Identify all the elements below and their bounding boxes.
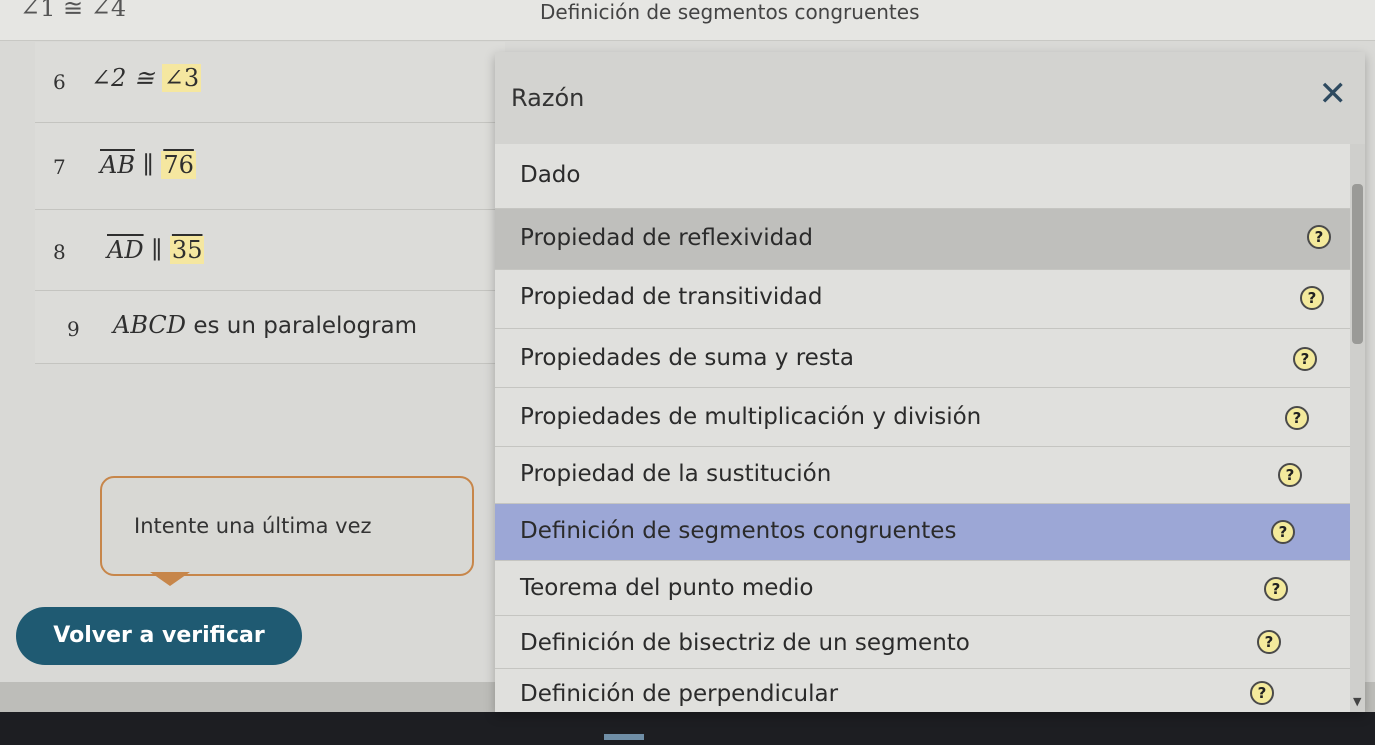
help-icon[interactable]: ? — [1300, 286, 1324, 310]
proof-row-8[interactable]: 8 AD ∥ 35 — [35, 210, 505, 291]
proof-row-9[interactable]: 9 ABCD es un paralelogram — [35, 291, 505, 364]
scroll-down-icon[interactable]: ▼ — [1353, 695, 1361, 708]
option-label: Definición de segmentos congruentes — [520, 518, 957, 544]
option-label: Dado — [520, 162, 581, 188]
highlighted-term[interactable]: ∠3 — [161, 64, 202, 92]
close-icon[interactable]: ✕ — [1319, 74, 1348, 114]
scrollbar-thumb[interactable] — [1352, 184, 1363, 344]
row-number: 8 — [53, 240, 66, 264]
row-number: 7 — [53, 155, 66, 179]
highlighted-term[interactable]: 76 — [161, 151, 196, 179]
option-label: Propiedad de transitividad — [520, 284, 823, 310]
option-label: Propiedad de la sustitución — [520, 461, 832, 487]
statement-part-a: ∠2 ≅ — [91, 64, 162, 92]
feedback-message: Intente una última vez — [134, 514, 372, 538]
row-statement: AD ∥ 35 — [107, 236, 205, 264]
option-perpendicular-definition[interactable]: Definición de perpendicular ? — [495, 669, 1350, 719]
option-given[interactable]: Dado — [495, 144, 1350, 209]
help-icon[interactable]: ? — [1271, 520, 1295, 544]
parallel-symbol: ∥ — [143, 236, 170, 264]
statement-text: es un paralelogram — [186, 313, 418, 339]
dropdown-title: Razón — [511, 84, 585, 112]
option-addition-subtraction[interactable]: Propiedades de suma y resta ? — [495, 329, 1350, 388]
option-substitution-property[interactable]: Propiedad de la sustitución ? — [495, 447, 1350, 504]
proof-table: 6 ∠2 ≅ ∠3 7 AB ∥ 76 8 AD ∥ 35 9 ABCD es … — [35, 42, 505, 364]
option-label: Propiedades de suma y resta — [520, 345, 854, 371]
segment-ab: AB — [100, 151, 135, 179]
reason-option-list: Dado Propiedad de reflexividad ? Propied… — [495, 144, 1350, 719]
help-icon[interactable]: ? — [1250, 681, 1274, 705]
option-label: Propiedad de reflexividad — [520, 225, 813, 251]
reason-dropdown[interactable]: Razón ✕ Dado Propiedad de reflexividad ?… — [495, 52, 1365, 712]
highlighted-term[interactable]: 35 — [169, 236, 205, 264]
help-icon[interactable]: ? — [1257, 630, 1281, 654]
dropdown-header: Razón ✕ — [495, 52, 1365, 144]
previous-row-strip: ∠1 ≅ ∠4 Definición de segmentos congruen… — [0, 0, 1375, 41]
help-icon[interactable]: ? — [1264, 577, 1288, 601]
option-transitive-property[interactable]: Propiedad de transitividad ? — [495, 270, 1350, 329]
segment-ad: AD — [107, 236, 144, 264]
option-midpoint-theorem[interactable]: Teorema del punto medio ? — [495, 561, 1350, 616]
previous-reason: Definición de segmentos congruentes — [540, 0, 920, 24]
row-statement: AB ∥ 76 — [100, 151, 196, 179]
previous-statement: ∠1 ≅ ∠4 — [20, 0, 127, 22]
help-icon[interactable]: ? — [1307, 225, 1331, 249]
parallel-symbol: ∥ — [134, 151, 162, 179]
proof-row-6[interactable]: 6 ∠2 ≅ ∠3 — [35, 42, 505, 123]
feedback-bubble: Intente una última vez — [100, 476, 474, 586]
option-congruent-segments-definition[interactable]: Definición de segmentos congruentes ? — [495, 504, 1350, 561]
dropdown-scrollbar[interactable]: ▼ — [1350, 144, 1365, 712]
option-label: Teorema del punto medio — [520, 575, 814, 601]
help-icon[interactable]: ? — [1293, 347, 1317, 371]
proof-row-7[interactable]: 7 AB ∥ 76 — [35, 123, 505, 210]
help-icon[interactable]: ? — [1278, 463, 1302, 487]
option-multiplication-division[interactable]: Propiedades de multiplicación y división… — [495, 388, 1350, 447]
option-reflexive-property[interactable]: Propiedad de reflexividad ? — [495, 209, 1350, 270]
check-again-button[interactable]: Volver a verificar — [16, 607, 302, 665]
row-statement: ∠2 ≅ ∠3 — [91, 64, 202, 92]
quadrilateral-name: ABCD — [113, 311, 187, 339]
option-label: Definición de bisectriz de un segmento — [520, 630, 970, 656]
row-number: 6 — [53, 70, 66, 94]
option-segment-bisector-definition[interactable]: Definición de bisectriz de un segmento ? — [495, 616, 1350, 669]
help-icon[interactable]: ? — [1285, 406, 1309, 430]
row-statement: ABCD es un paralelogram — [113, 311, 417, 339]
row-number: 9 — [67, 317, 80, 341]
bubble-tail — [150, 572, 190, 586]
option-label: Definición de perpendicular — [520, 681, 839, 707]
taskbar-app-indicator[interactable] — [604, 734, 644, 740]
option-label: Propiedades de multiplicación y división — [520, 404, 982, 430]
